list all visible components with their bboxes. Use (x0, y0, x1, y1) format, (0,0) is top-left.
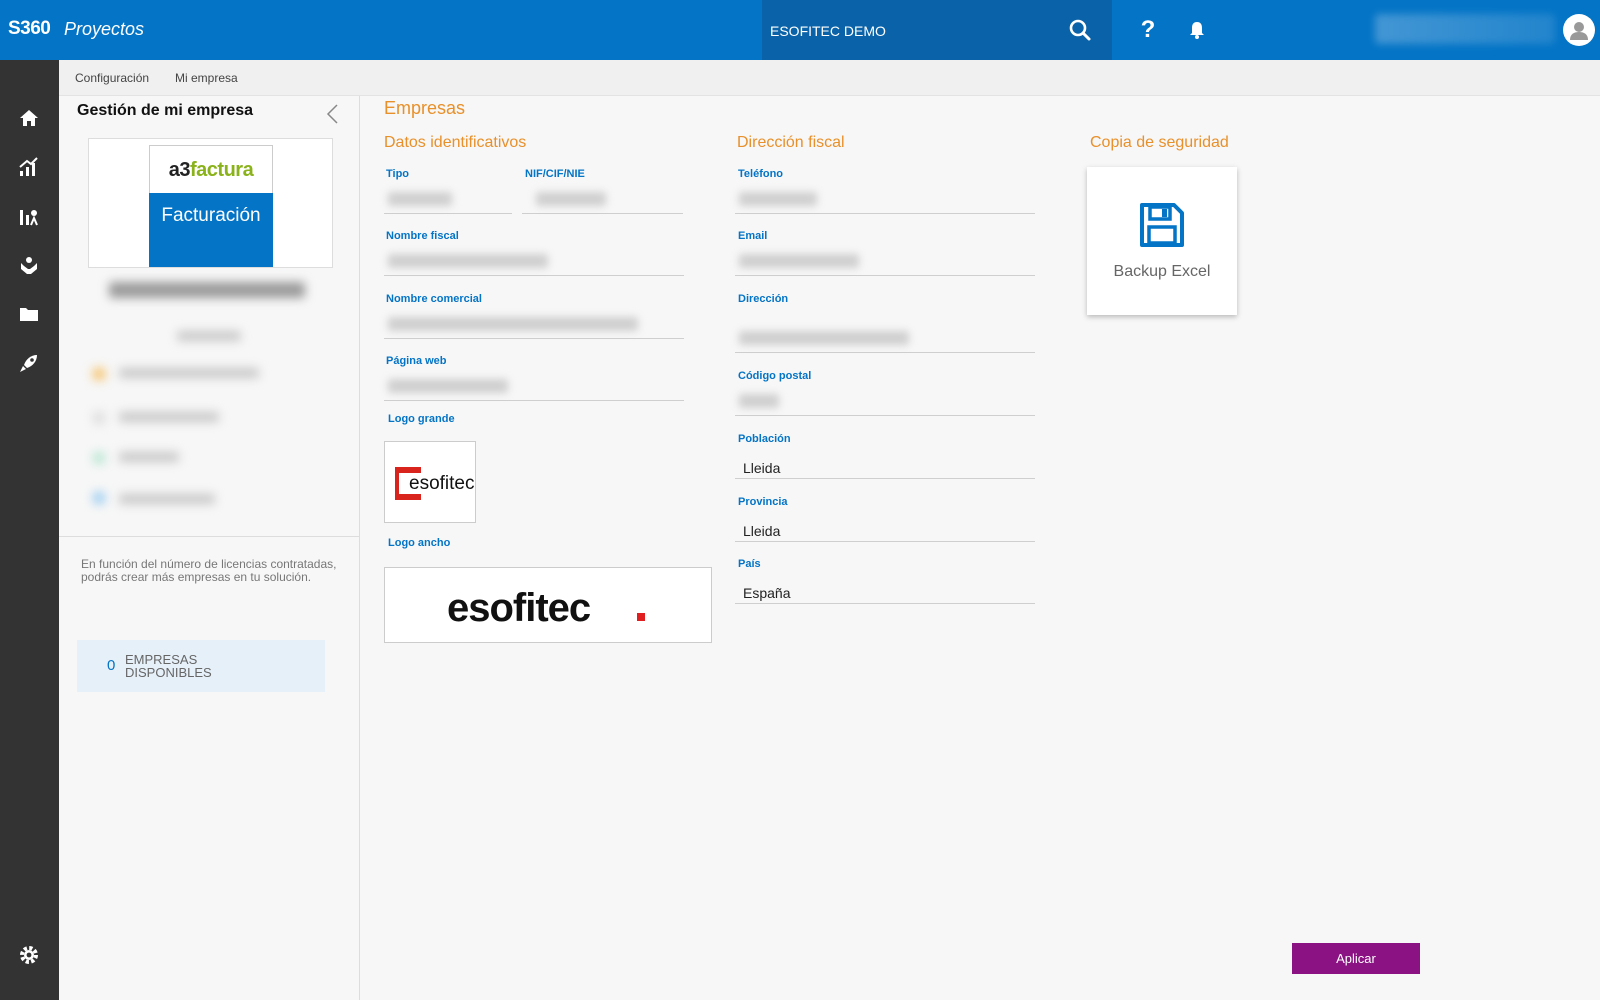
logo-grande-upload[interactable]: esofitec (384, 441, 476, 523)
label-logo-grande: Logo grande (388, 413, 455, 425)
nif-blurred (119, 368, 259, 378)
apply-button[interactable]: Aplicar (1292, 943, 1420, 974)
analytics-icon[interactable] (14, 152, 44, 182)
logo-text-a3: a3 (168, 159, 191, 181)
direccion-field[interactable] (735, 323, 1035, 353)
company-search (762, 0, 1112, 60)
email-icon-blurred (93, 492, 105, 504)
label-pais: País (738, 558, 761, 570)
backup-excel-button[interactable]: Backup Excel (1087, 167, 1237, 315)
label-telefono: Teléfono (738, 168, 784, 180)
top-bar: S360 Proyectos ? (0, 0, 1600, 60)
company-type-blurred (177, 331, 241, 341)
poblacion-field[interactable] (735, 449, 1035, 479)
rocket-icon[interactable] (14, 348, 44, 378)
folder-icon[interactable] (14, 299, 44, 329)
label-logo-ancho: Logo ancho (388, 537, 451, 549)
page-title: Empresas (384, 98, 466, 118)
section-direccion-fiscal: Dirección fiscal (737, 134, 845, 151)
a3factura-logo: a3factura Facturación (149, 145, 273, 267)
search-icon[interactable] (1065, 15, 1095, 45)
section-datos-identificativos: Datos identificativos (384, 134, 527, 151)
label-nombre-fiscal: Nombre fiscal (386, 230, 459, 242)
esofitec-wide-logo-icon: esofitec (447, 586, 645, 630)
provincia-field[interactable] (735, 512, 1035, 542)
web-blurred (119, 412, 219, 422)
logo-wide-text: esofitec (447, 586, 591, 630)
section-copia-seguridad: Copia de seguridad (1090, 134, 1229, 151)
panel-divider (59, 536, 359, 537)
pais-input[interactable] (735, 574, 1035, 603)
logo-ancho-upload[interactable]: esofitec (384, 567, 712, 643)
company-search-input[interactable] (770, 20, 1050, 42)
breadcrumb: Configuración Mi empresa (59, 60, 1600, 96)
project-chart-icon[interactable] (14, 201, 44, 231)
home-icon[interactable] (14, 103, 44, 133)
esofitec-small-logo-icon: esofitec (395, 467, 474, 500)
hand-care-icon[interactable] (14, 250, 44, 280)
user-name-blurred (1375, 14, 1555, 44)
company-name-blurred (109, 282, 305, 298)
settings-gear-icon[interactable] (14, 940, 44, 970)
backup-excel-label: Backup Excel (1113, 263, 1211, 280)
label-nif: NIF/CIF/NIE (525, 168, 585, 180)
label-tipo: Tipo (386, 168, 410, 180)
main-content: Empresas Datos identificativos Dirección… (361, 96, 1600, 1000)
user-avatar-icon[interactable] (1563, 14, 1595, 46)
product-logo-card: a3factura Facturación (88, 138, 333, 268)
license-note: En función del número de licencias contr… (81, 557, 337, 584)
floppy-disk-icon (1140, 203, 1184, 247)
phone-icon-blurred (93, 452, 105, 464)
tipo-field[interactable] (384, 184, 512, 214)
available-count: 0 (107, 657, 116, 674)
phone-blurred (119, 452, 179, 462)
nif-field[interactable] (522, 184, 683, 214)
provincia-input[interactable] (735, 512, 1035, 541)
company-management-panel: Gestión de mi empresa a3factura Facturac… (59, 96, 360, 1000)
label-codigo-postal: Código postal (738, 370, 812, 382)
label-pagina-web: Página web (386, 355, 447, 367)
telefono-field[interactable] (735, 184, 1035, 214)
logo-small-text: esofitec (409, 473, 474, 494)
nombre-fiscal-field[interactable] (384, 246, 684, 276)
email-blurred (119, 494, 215, 504)
logo-text-factura: factura (190, 159, 254, 181)
left-navigation (0, 60, 59, 1000)
collapse-chevron-left-icon[interactable] (323, 102, 343, 126)
codigo-postal-field[interactable] (735, 386, 1035, 416)
email-field[interactable] (735, 246, 1035, 276)
notifications-bell-icon[interactable] (1182, 15, 1212, 45)
poblacion-input[interactable] (735, 449, 1035, 478)
panel-title: Gestión de mi empresa (77, 102, 254, 119)
help-icon[interactable]: ? (1133, 15, 1163, 45)
label-direccion: Dirección (738, 293, 789, 305)
logo-text-facturacion: Facturación (149, 193, 273, 267)
nombre-comercial-field[interactable] (384, 309, 684, 339)
pais-field[interactable] (735, 574, 1035, 604)
breadcrumb-mi-empresa[interactable]: Mi empresa (175, 71, 238, 85)
available-label: EMPRESAS DISPONIBLES (125, 652, 212, 680)
module-title: Proyectos (64, 19, 145, 39)
pagina-web-field[interactable] (384, 371, 684, 401)
label-nombre-comercial: Nombre comercial (386, 293, 482, 305)
available-companies-box: 0 EMPRESAS DISPONIBLES (77, 640, 325, 692)
id-icon-blurred (93, 368, 105, 380)
brand-logo[interactable]: S360 (8, 18, 51, 40)
label-provincia: Provincia (738, 496, 788, 508)
web-icon-blurred (93, 412, 105, 424)
label-email: Email (738, 230, 768, 242)
breadcrumb-configuracion[interactable]: Configuración (75, 71, 149, 85)
label-poblacion: Población (738, 433, 791, 445)
